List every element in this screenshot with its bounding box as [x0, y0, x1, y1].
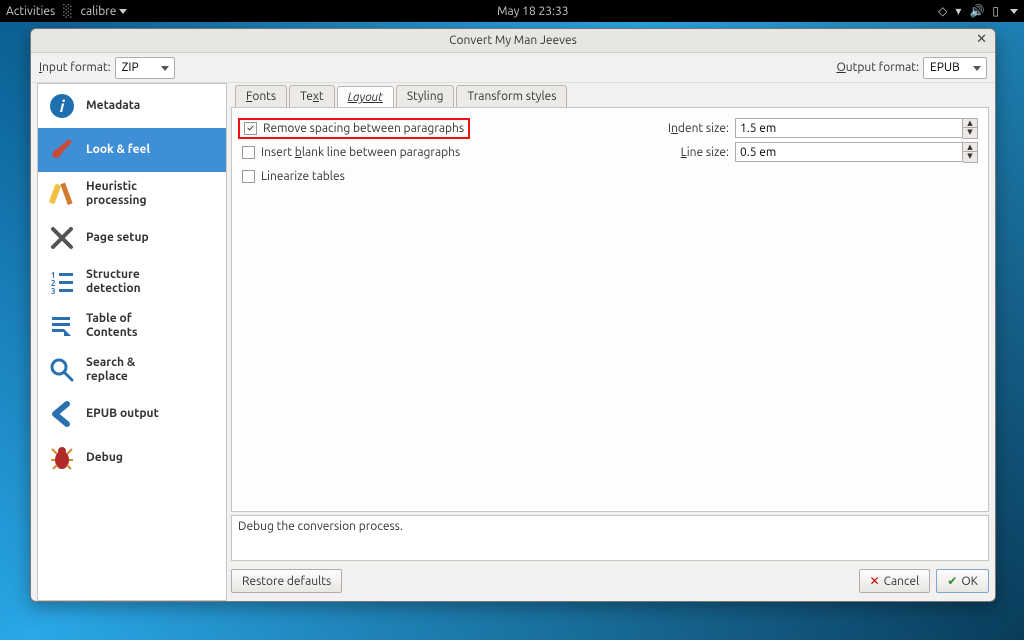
sidebar-item-label: Heuristic processing: [86, 180, 147, 208]
input-format-label: Input format:: [39, 61, 111, 74]
sidebar-item-label: Search & replace: [86, 356, 135, 384]
sidebar-item-heuristic[interactable]: Heuristic processing: [38, 172, 226, 216]
ok-button[interactable]: ✔OK: [936, 569, 989, 593]
tab-styling[interactable]: Styling: [396, 85, 455, 107]
restore-defaults-button[interactable]: Restore defaults: [231, 569, 342, 593]
sidebar-item-label: Look & feel: [86, 143, 150, 157]
dialog-titlebar: Convert My Man Jeeves ✕: [31, 29, 995, 53]
volume-icon[interactable]: 🔊: [969, 4, 984, 18]
gnome-topbar: Activities ░ calibre May 18 23:33 ◇ ▾ 🔊 …: [0, 0, 1024, 22]
dialog-button-row: Restore defaults ✕Cancel ✔OK: [231, 565, 989, 597]
spin-down-icon[interactable]: ▼: [963, 152, 977, 162]
indent-size-spinbox[interactable]: ▲▼: [735, 118, 978, 139]
remove-spacing-label: Remove spacing between paragraphs: [263, 122, 464, 135]
line-size-label: Line size:: [681, 146, 729, 159]
input-format-select[interactable]: [115, 57, 175, 79]
tab-fonts[interactable]: Fonts: [235, 85, 287, 107]
sidebar-item-label: Page setup: [86, 231, 149, 245]
pencil-ruler-icon: [48, 180, 76, 208]
indent-size-label: Indent size:: [668, 122, 729, 135]
output-format-label: Output format:: [836, 61, 919, 74]
svg-text:3: 3: [51, 287, 56, 295]
wifi-icon[interactable]: ▾: [955, 4, 961, 18]
tab-transform[interactable]: Transform styles: [456, 85, 567, 107]
cancel-x-icon: ✕: [870, 574, 880, 588]
sidebar-item-label: Debug: [86, 451, 123, 465]
sidebar-item-look-and-feel[interactable]: Look & feel: [38, 128, 226, 172]
tab-bar: Fonts Text Layout Styling Transform styl…: [231, 83, 989, 107]
sidebar-item-epub-output[interactable]: EPUB output: [38, 392, 226, 436]
toc-icon: [48, 312, 76, 340]
sidebar-item-label: EPUB output: [86, 407, 159, 421]
sidebar-item-label: Structure detection: [86, 268, 141, 296]
indent-size-input[interactable]: [735, 118, 963, 138]
sidebar-item-structure[interactable]: 123 Structure detection: [38, 260, 226, 304]
spin-down-icon[interactable]: ▼: [963, 128, 977, 138]
brush-icon: [48, 136, 76, 164]
status-hint-box: Debug the conversion process.: [231, 515, 989, 561]
main-panel: Fonts Text Layout Styling Transform styl…: [231, 83, 989, 601]
layout-tabpane: Remove spacing between paragraphs Indent…: [231, 107, 989, 512]
tab-layout[interactable]: Layout: [337, 86, 394, 108]
spin-up-icon[interactable]: ▲: [963, 143, 977, 153]
close-icon[interactable]: ✕: [976, 32, 987, 47]
sidebar-item-label: Metadata: [86, 99, 140, 113]
notification-icon[interactable]: ◇: [938, 4, 947, 18]
battery-icon[interactable]: ▯: [992, 4, 999, 18]
convert-dialog: Convert My Man Jeeves ✕ Input format: Ou…: [30, 28, 996, 602]
spin-up-icon[interactable]: ▲: [963, 119, 977, 129]
sidebar: i Metadata Look & feel Heuristic process…: [37, 83, 227, 601]
line-size-spinbox[interactable]: ▲▼: [735, 142, 978, 163]
tab-text[interactable]: Text: [289, 85, 335, 107]
output-format-select[interactable]: [923, 57, 987, 79]
sidebar-item-toc[interactable]: Table of Contents: [38, 304, 226, 348]
bug-icon: [48, 444, 76, 472]
highlight-remove-spacing: Remove spacing between paragraphs: [238, 118, 470, 139]
dialog-title: Convert My Man Jeeves: [449, 34, 577, 47]
clock[interactable]: May 18 23:33: [127, 5, 938, 18]
cancel-button[interactable]: ✕Cancel: [859, 569, 931, 593]
sidebar-item-search-replace[interactable]: Search & replace: [38, 348, 226, 392]
sidebar-item-page-setup[interactable]: Page setup: [38, 216, 226, 260]
linearize-label: Linearize tables: [261, 170, 345, 183]
list-icon: 123: [48, 268, 76, 296]
activities-button[interactable]: Activities: [6, 5, 55, 18]
format-row: Input format: Output format:: [31, 53, 995, 83]
app-menu[interactable]: calibre: [80, 5, 127, 18]
sidebar-item-metadata[interactable]: i Metadata: [38, 84, 226, 128]
linearize-checkbox[interactable]: [242, 170, 255, 183]
chevron-left-icon: [48, 400, 76, 428]
tools-icon: [48, 224, 76, 252]
ok-check-icon: ✔: [947, 574, 957, 588]
system-menu-chevron-icon[interactable]: [1010, 9, 1018, 14]
app-icon: ░: [63, 4, 72, 18]
insert-blank-checkbox[interactable]: [242, 146, 255, 159]
line-size-input[interactable]: [735, 142, 963, 162]
remove-spacing-checkbox[interactable]: [244, 122, 257, 135]
insert-blank-label: Insert blank line between paragraphs: [261, 146, 460, 159]
search-icon: [48, 356, 76, 384]
info-icon: i: [48, 92, 76, 120]
sidebar-item-label: Table of Contents: [86, 312, 138, 340]
sidebar-item-debug[interactable]: Debug: [38, 436, 226, 480]
